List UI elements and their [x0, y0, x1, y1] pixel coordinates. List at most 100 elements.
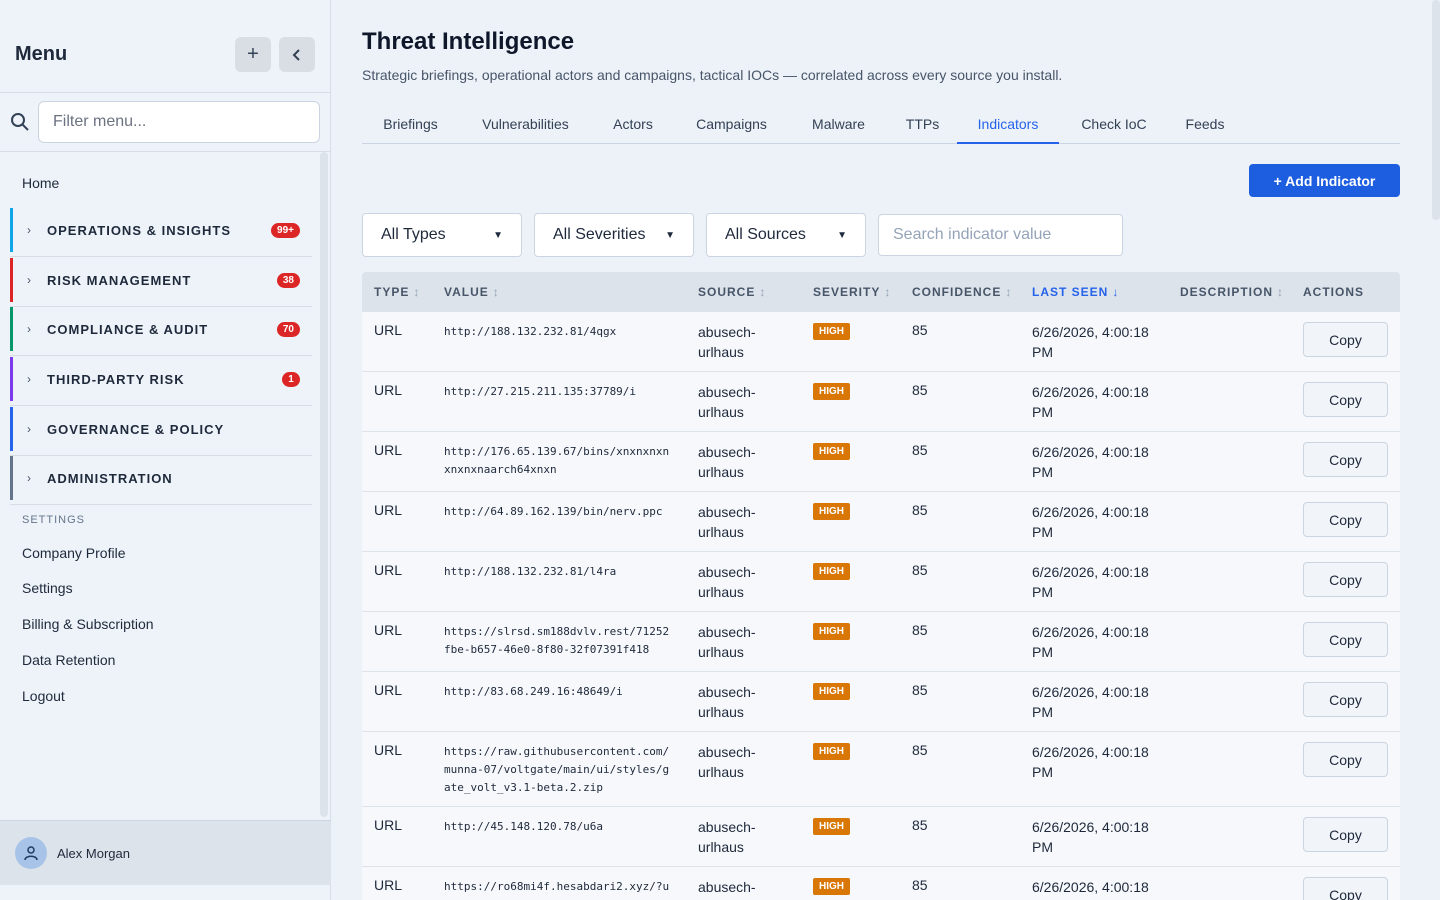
count-badge: 99+ — [271, 222, 300, 238]
tab-indicators[interactable]: Indicators — [957, 104, 1059, 144]
collapse-sidebar-button[interactable] — [279, 37, 315, 72]
settings-heading: SETTINGS — [22, 514, 86, 526]
add-menu-button[interactable]: + — [235, 37, 271, 72]
copy-button[interactable]: Copy — [1303, 622, 1388, 657]
chevron-right-icon: › — [27, 422, 31, 436]
chevron-down-icon: ▼ — [493, 229, 503, 241]
cell-confidence: 85 — [912, 502, 928, 518]
page-subtitle: Strategic briefings, operational actors … — [362, 67, 1063, 83]
copy-button[interactable]: Copy — [1303, 442, 1388, 477]
copy-button[interactable]: Copy — [1303, 322, 1388, 357]
tab-feeds[interactable]: Feeds — [1168, 104, 1242, 144]
cell-source: abusech-urlhaus — [698, 324, 756, 360]
copy-button[interactable]: Copy — [1303, 382, 1388, 417]
copy-button[interactable]: Copy — [1303, 562, 1388, 597]
copy-button[interactable]: Copy — [1303, 817, 1388, 852]
cell-last-seen: 6/26/2026, 4:00:18 PM — [1032, 444, 1149, 480]
column-header-value[interactable]: VALUE ↕ — [444, 285, 500, 299]
copy-button[interactable]: Copy — [1303, 877, 1388, 900]
user-profile[interactable]: Alex Morgan — [0, 820, 331, 885]
chevron-right-icon: › — [27, 273, 31, 287]
tab-briefings[interactable]: Briefings — [362, 104, 459, 144]
indicator-search-input[interactable] — [878, 214, 1123, 256]
tab-malware[interactable]: Malware — [789, 104, 888, 144]
column-header-description[interactable]: DESCRIPTION ↕ — [1180, 285, 1284, 299]
sidebar-item-settings[interactable]: Settings — [22, 580, 73, 596]
cell-type: URL — [374, 382, 403, 398]
table-row: URL http://83.68.249.16:48649/i abusech-ur… — [362, 672, 1400, 732]
tab-actors[interactable]: Actors — [592, 104, 674, 144]
copy-button[interactable]: Copy — [1303, 682, 1388, 717]
user-name: Alex Morgan — [57, 846, 130, 861]
cell-confidence: 85 — [912, 817, 928, 833]
cell-type: URL — [374, 562, 403, 578]
copy-button[interactable]: Copy — [1303, 742, 1388, 777]
cell-confidence: 85 — [912, 442, 928, 458]
cell-confidence: 85 — [912, 322, 928, 338]
sidebar-item-billing-subscription[interactable]: Billing & Subscription — [22, 616, 154, 632]
sidebar-group-administration[interactable]: › ADMINISTRATION — [10, 456, 312, 500]
cell-type: URL — [374, 322, 403, 338]
sidebar-header: Menu + — [0, 0, 330, 93]
plus-icon: + — [247, 43, 259, 65]
cell-source: abusech-urlhaus — [698, 384, 756, 420]
chevron-right-icon: › — [27, 223, 31, 237]
cell-last-seen: 6/26/2026, 4:00:18 PM — [1032, 504, 1149, 540]
indicators-table: TYPE ↕ VALUE ↕ SOURCE ↕ SEVERITY ↕ CONFIDENCE ↕ LA… — [362, 272, 1400, 900]
sidebar-group-label: RISK MANAGEMENT — [47, 272, 192, 288]
cell-value: https://slrsd.sm188dvlv.rest/71252fbe-b6… — [444, 625, 670, 656]
add-indicator-button[interactable]: + Add Indicator — [1249, 164, 1400, 197]
type-filter-value: All Types — [381, 226, 446, 243]
type-filter-select[interactable]: All Types ▼ — [362, 213, 522, 257]
tab-check-ioc[interactable]: Check IoC — [1060, 104, 1168, 144]
source-filter-select[interactable]: All Sources ▼ — [706, 213, 866, 257]
severity-filter-select[interactable]: All Severities ▼ — [534, 213, 694, 257]
count-badge: 38 — [276, 272, 300, 288]
count-badge: 1 — [282, 371, 300, 387]
copy-button[interactable]: Copy — [1303, 502, 1388, 537]
cell-source: abusech-urlhaus — [698, 564, 756, 600]
column-header-confidence[interactable]: CONFIDENCE ↕ — [912, 285, 1012, 299]
table-row: URL http://64.89.162.139/bin/nerv.ppc abus… — [362, 492, 1400, 552]
tab-campaigns[interactable]: Campaigns — [674, 104, 789, 144]
column-header-severity[interactable]: SEVERITY ↕ — [813, 285, 891, 299]
sort-icon: ↕ — [492, 285, 500, 299]
sidebar-group-compliance-audit[interactable]: › COMPLIANCE & AUDIT 70 — [10, 307, 312, 351]
column-header-label: VALUE — [444, 285, 489, 299]
sidebar-scrollbar[interactable] — [320, 152, 328, 817]
column-header-source[interactable]: SOURCE ↕ — [698, 285, 766, 299]
avatar[interactable] — [15, 837, 47, 869]
sidebar-group-third-party-risk[interactable]: › THIRD-PARTY RISK 1 — [10, 357, 312, 401]
severity-badge: HIGH — [813, 563, 850, 580]
cell-last-seen: 6/26/2026, 4:00:18 PM — [1032, 564, 1149, 600]
table-header: TYPE ↕ VALUE ↕ SOURCE ↕ SEVERITY ↕ CONFIDENCE ↕ LA… — [362, 272, 1400, 312]
sidebar-item-logout[interactable]: Logout — [22, 688, 65, 704]
cell-source: abusech-urlhaus — [698, 624, 756, 660]
sidebar-group-risk-management[interactable]: › RISK MANAGEMENT 38 — [10, 258, 312, 302]
cell-confidence: 85 — [912, 682, 928, 698]
sidebar-item-home[interactable]: Home — [22, 175, 59, 191]
column-header-label: TYPE — [374, 285, 410, 299]
tab-vulnerabilities[interactable]: Vulnerabilities — [459, 104, 592, 144]
filter-menu-input[interactable] — [38, 101, 320, 143]
column-header-type[interactable]: TYPE ↕ — [374, 285, 420, 299]
sidebar-group-operations-insights[interactable]: › OPERATIONS & INSIGHTS 99+ — [10, 208, 312, 252]
column-header-last-seen[interactable]: LAST SEEN ↓ — [1032, 285, 1119, 299]
cell-confidence: 85 — [912, 382, 928, 398]
sidebar-group-governance-policy[interactable]: › GOVERNANCE & POLICY — [10, 407, 312, 451]
chevron-right-icon: › — [27, 372, 31, 386]
page-scrollbar[interactable] — [1432, 0, 1440, 220]
cell-type: URL — [374, 442, 403, 458]
cell-last-seen: 6/26/2026, 4:00:18 — [1032, 879, 1149, 895]
tab-ttps[interactable]: TTPs — [888, 104, 957, 144]
sidebar-item-company-profile[interactable]: Company Profile — [22, 545, 126, 561]
severity-filter-value: All Severities — [553, 226, 646, 243]
cell-type: URL — [374, 682, 403, 698]
sidebar-item-data-retention[interactable]: Data Retention — [22, 652, 115, 668]
cell-value: http://64.89.162.139/bin/nerv.ppc — [444, 505, 663, 518]
cell-value: http://45.148.120.78/u6a — [444, 820, 603, 833]
chevron-down-icon: ▼ — [665, 229, 675, 241]
page-title: Threat Intelligence — [362, 28, 575, 55]
table-body: URL http://188.132.232.81/4qgx abusech-url… — [362, 312, 1400, 900]
sidebar-group-label: ADMINISTRATION — [47, 470, 173, 486]
